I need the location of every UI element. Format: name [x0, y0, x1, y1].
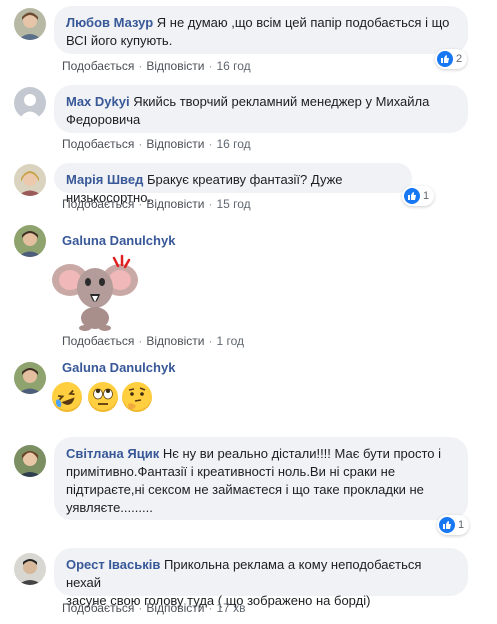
- avatar[interactable]: [14, 164, 46, 196]
- reply-link[interactable]: Відповісти: [146, 334, 204, 348]
- timestamp[interactable]: 1 год: [216, 334, 244, 348]
- comment-author[interactable]: Марія Швед: [66, 172, 143, 187]
- comment-bubble: Марія Швед Бракує креативу фантазії? Дуж…: [54, 163, 412, 205]
- comment-bubble: Любов Мазур Я не думаю ,що всім цей папі…: [54, 6, 468, 54]
- comment-text: Якийсь творчий рекламний менеджер у Миха…: [133, 94, 430, 109]
- laughing-emoji: [52, 382, 82, 412]
- comment-bubble: Світлана Яцик Нє ну ви реально дістали!!…: [54, 437, 468, 520]
- reply-link[interactable]: Відповісти: [146, 59, 204, 73]
- like-icon: [404, 188, 420, 204]
- comment-text: ВСІ його купують.: [66, 33, 173, 48]
- timestamp[interactable]: 17 хв: [216, 601, 245, 615]
- comment-actions: Подобається · Відповісти · 17 хв: [62, 601, 246, 615]
- like-icon: [439, 517, 455, 533]
- comment-bubble: Орест Іваськів Прикольна реклама а кому …: [54, 548, 468, 608]
- reaction-count-badge[interactable]: 1: [402, 186, 435, 206]
- comment-actions: Подобається · Відповісти · 16 год: [62, 137, 251, 151]
- comment-author[interactable]: Світлана Яцик: [66, 446, 159, 461]
- thinking-emoji: [122, 382, 152, 412]
- comment-author[interactable]: Galuna Danulchyk: [62, 233, 175, 248]
- reaction-count-badge[interactable]: 2: [435, 49, 468, 69]
- comment-actions: Подобається · Відповісти · 1 год: [62, 334, 244, 348]
- comment-actions: Подобається · Відповісти · 16 год: [62, 59, 251, 73]
- like-link[interactable]: Подобається: [62, 601, 134, 615]
- comment-text: Федоровича: [66, 112, 141, 127]
- comment-author[interactable]: Орест Іваськів: [66, 557, 160, 572]
- avatar-placeholder[interactable]: [14, 87, 46, 119]
- avatar[interactable]: [14, 553, 46, 585]
- comment-author[interactable]: Galuna Danulchyk: [62, 360, 175, 375]
- like-link[interactable]: Подобається: [62, 59, 134, 73]
- timestamp[interactable]: 16 год: [216, 137, 250, 151]
- comment-author[interactable]: Max Dykyi: [66, 94, 130, 109]
- comment-bubble: Max Dykyi Якийсь творчий рекламний менед…: [54, 85, 468, 133]
- avatar[interactable]: [14, 445, 46, 477]
- reaction-count-badge[interactable]: 1: [437, 515, 470, 535]
- reaction-count: 2: [456, 53, 463, 65]
- timestamp[interactable]: 15 год: [216, 197, 250, 211]
- reply-link[interactable]: Відповісти: [146, 137, 204, 151]
- avatar[interactable]: [14, 225, 46, 257]
- timestamp[interactable]: 16 год: [216, 59, 250, 73]
- like-icon: [437, 51, 453, 67]
- like-link[interactable]: Подобається: [62, 197, 134, 211]
- comment-text: уявляєте.........: [66, 500, 153, 515]
- reaction-count: 1: [423, 190, 430, 202]
- avatar[interactable]: [14, 8, 46, 40]
- eye-roll-emoji: [88, 382, 118, 412]
- reply-link[interactable]: Відповісти: [146, 197, 204, 211]
- elephant-sticker: [52, 252, 138, 332]
- reply-link[interactable]: Відповісти: [146, 601, 204, 615]
- comment-text: Нє ну ви реально дістали!!!! Має бути пр…: [162, 446, 441, 461]
- comment-author[interactable]: Любов Мазур: [66, 15, 153, 30]
- like-link[interactable]: Подобається: [62, 137, 134, 151]
- avatar[interactable]: [14, 362, 46, 394]
- comment-actions: Подобається · Відповісти · 15 год: [62, 197, 251, 211]
- comment-text: Я не думаю ,що всім цей папір подобаєтьс…: [156, 15, 450, 30]
- like-link[interactable]: Подобається: [62, 334, 134, 348]
- reaction-count: 1: [458, 519, 465, 531]
- comment-text: примітивно.Фантазії і креативності ноль.…: [66, 464, 396, 479]
- comment-text: підтираєте,ні сексом не займаєтеся і що …: [66, 482, 424, 497]
